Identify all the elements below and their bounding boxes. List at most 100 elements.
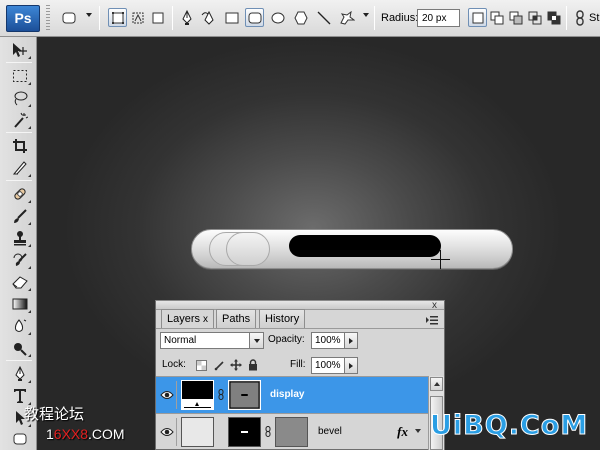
dodge-tool[interactable] [9,338,31,358]
watermark-left: 教程论坛 16XX8.COM [24,406,125,442]
crosshair-cursor-icon [431,250,450,269]
watermark-left-line1: 教程论坛 [24,406,85,423]
options-bar-grip[interactable] [46,5,50,32]
layer-row-bevel[interactable]: bevel fx [156,413,428,450]
lasso-tool[interactable] [9,88,31,108]
layer-visibility-toggle[interactable] [158,381,177,409]
tool-preset-dropdown-arrow[interactable] [86,13,92,17]
tool-preset-picker[interactable] [59,8,78,27]
subtract-shape-area-icon [509,11,522,24]
eye-icon [160,391,174,399]
ellipse-tool-button[interactable] [268,8,287,27]
layer-visibility-toggle[interactable] [158,418,177,446]
vector-mask-thumbnail[interactable] [275,417,308,447]
effects-expand-arrow-icon[interactable] [415,429,421,433]
freeform-pen-icon [201,10,214,25]
chevron-down-icon[interactable] [249,333,263,348]
magic-wand-tool[interactable] [9,110,31,130]
tab-history[interactable]: History [259,309,306,328]
gradient-tool[interactable] [9,294,31,314]
brush-tool[interactable] [9,206,31,226]
layer-effects-icon[interactable]: fx [397,424,408,440]
lock-transparent-pixels-icon[interactable] [195,359,207,371]
fill-pixels-mode-button[interactable] [148,8,167,27]
layer-thumbnail[interactable] [181,380,214,410]
layer-mask-thumbnail[interactable] [228,417,261,447]
radius-input[interactable] [417,9,460,27]
subtract-from-shape-area-button[interactable] [506,8,525,27]
polygon-tool-button[interactable] [291,8,310,27]
ellipse-icon [271,12,284,23]
move-tool[interactable] [9,40,31,60]
link-style-button[interactable] [570,8,589,27]
paths-mode-icon [132,12,143,23]
pen-tool-button[interactable] [177,8,196,27]
magic-wand-icon [14,112,28,128]
layer-row-display[interactable]: display [156,376,428,413]
create-new-shape-layer-button[interactable] [468,8,487,27]
brush-icon [14,209,27,223]
clone-stamp-tool[interactable] [9,228,31,248]
gradient-icon [12,298,28,310]
custom-shape-tool-button[interactable] [337,8,356,27]
custom-shape-icon [339,10,355,25]
rounded-rectangle-tool-button[interactable] [245,8,264,27]
toolbox [0,37,37,450]
fill-pixels-icon [152,12,163,23]
exclude-overlap-icon [547,11,560,24]
lock-position-icon[interactable] [230,359,242,371]
eraser-tool[interactable] [9,272,31,292]
options-separator [566,6,567,30]
panel-close-icon[interactable]: x [432,301,437,311]
exclude-overlapping-shape-areas-button[interactable] [544,8,563,27]
paths-mode-button[interactable] [128,8,147,27]
shape-layers-icon [111,11,124,24]
blur-tool[interactable] [9,316,31,336]
add-to-shape-area-button[interactable] [487,8,506,27]
fill-label: Fill: [290,359,306,370]
options-separator [374,6,375,30]
layer-thumbnail[interactable] [181,417,214,447]
new-shape-layer-icon [472,12,483,23]
photoshop-logo[interactable]: Ps [6,5,40,32]
panel-menu-icon[interactable] [426,315,438,325]
opacity-slider-button[interactable] [344,332,358,349]
rectangle-icon [225,12,238,23]
layer-name[interactable]: display [270,389,304,400]
tab-layers[interactable]: Layers x [161,309,215,329]
intersect-shape-areas-button[interactable] [525,8,544,27]
slice-tool[interactable] [9,158,31,178]
marquee-icon [13,70,27,82]
lock-image-pixels-icon[interactable] [213,359,225,371]
vector-mask-thumbnail[interactable] [228,380,261,410]
fill-input[interactable]: 100% [311,357,345,374]
chain-link-icon[interactable] [265,426,271,437]
rounded-rectangle-preset-icon [62,12,75,23]
shape-tool[interactable] [9,429,31,449]
geometry-options-dropdown-arrow[interactable] [363,13,369,17]
crop-tool[interactable] [9,136,31,156]
layers-panel: x Layers x Paths History Normal Opacity: … [155,300,445,450]
healing-brush-tool[interactable] [9,184,31,204]
shape-layers-mode-button[interactable] [108,8,127,27]
options-separator [172,6,173,30]
line-icon [317,11,330,24]
lock-all-icon[interactable] [247,359,259,371]
line-tool-button[interactable] [314,8,333,27]
rectangle-tool-button[interactable] [222,8,241,27]
opacity-input[interactable]: 100% [311,332,345,349]
pen-tool[interactable] [9,364,31,384]
scroll-up-arrow-icon[interactable] [430,377,443,391]
freeform-pen-tool-button[interactable] [199,8,218,27]
tab-close-icon[interactable]: x [203,314,208,325]
tab-paths[interactable]: Paths [216,309,257,328]
type-tool[interactable] [9,386,31,406]
layer-name[interactable]: bevel [318,426,342,437]
history-brush-tool[interactable] [9,250,31,270]
fill-slider-button[interactable] [344,357,358,374]
chain-link-icon[interactable] [218,389,224,400]
rectangular-marquee-tool[interactable] [9,66,31,86]
type-t-icon [14,389,26,403]
blend-mode-select[interactable]: Normal [160,332,264,349]
eye-icon [160,428,174,436]
